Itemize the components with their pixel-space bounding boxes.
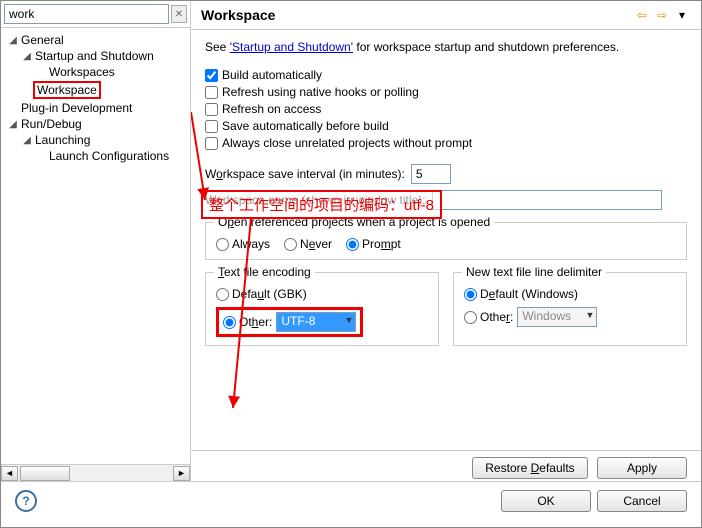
- page-title: Workspace: [201, 7, 631, 23]
- see-suffix: for workspace startup and shutdown prefe…: [353, 40, 619, 54]
- refresh-native-label: Refresh using native hooks or polling: [222, 85, 419, 99]
- text-file-encoding-group: Text file encoding Default (GBK) Other: …: [205, 272, 439, 346]
- page-buttons: Restore Defaults Apply: [191, 450, 701, 481]
- dialog-button-bar: ? OK Cancel: [1, 481, 701, 520]
- preferences-page: Workspace ⇦ ⇨ ▾ See 'Startup and Shutdow…: [191, 1, 701, 481]
- tree-node-workspace[interactable]: Workspace: [33, 81, 101, 99]
- cancel-button[interactable]: Cancel: [597, 490, 687, 512]
- tree-node-plugindev[interactable]: Plug-in Development: [19, 101, 134, 115]
- filter-row: ✕: [1, 1, 190, 28]
- menu-dropdown-icon[interactable]: ▾: [673, 7, 691, 23]
- close-unrelated-checkbox[interactable]: [205, 137, 218, 150]
- line-delimiter-group: New text file line delimiter Default (Wi…: [453, 272, 687, 346]
- delimiter-other-combo: Windows: [517, 307, 597, 327]
- expand-icon[interactable]: ◢: [7, 119, 19, 130]
- tree-node-rundebug[interactable]: Run/Debug: [19, 117, 84, 131]
- save-interval-input[interactable]: [411, 164, 451, 184]
- open-referenced-group: Open referenced projects when a project …: [205, 222, 687, 260]
- preferences-sidebar: ✕ ◢General ◢Startup and Shutdown Workspa…: [1, 1, 191, 481]
- encoding-title: Text file encoding: [214, 265, 315, 279]
- expand-icon[interactable]: ◢: [21, 51, 33, 62]
- annotation-callout: 整个工作空间的项目的编码：utf-8: [201, 190, 442, 219]
- apply-button[interactable]: Apply: [597, 457, 687, 479]
- save-before-build-label: Save automatically before build: [222, 119, 389, 133]
- ok-button[interactable]: OK: [501, 490, 591, 512]
- forward-button[interactable]: ⇨: [653, 7, 671, 23]
- build-automatically-label: Build automatically: [222, 68, 322, 82]
- close-unrelated-label: Always close unrelated projects without …: [222, 136, 472, 150]
- tree-node-workspaces[interactable]: Workspaces: [47, 65, 117, 79]
- startup-shutdown-link[interactable]: 'Startup and Shutdown': [230, 40, 353, 54]
- tree-node-general[interactable]: General: [19, 33, 66, 47]
- preferences-tree[interactable]: ◢General ◢Startup and Shutdown Workspace…: [1, 28, 190, 464]
- restore-defaults-button[interactable]: Restore Defaults: [472, 457, 587, 479]
- open-ref-prompt[interactable]: Prompt: [346, 237, 401, 251]
- tree-node-launchconf[interactable]: Launch Configurations: [47, 149, 171, 163]
- save-interval-label: Workspace save interval (in minutes):: [205, 167, 405, 181]
- horizontal-scrollbar[interactable]: ◄ ►: [1, 464, 190, 481]
- open-ref-always[interactable]: Always: [216, 237, 270, 251]
- refresh-native-checkbox[interactable]: [205, 86, 218, 99]
- tree-node-startup[interactable]: Startup and Shutdown: [33, 49, 156, 63]
- scroll-right-icon[interactable]: ►: [173, 466, 190, 481]
- open-ref-never[interactable]: Never: [284, 237, 332, 251]
- scroll-thumb[interactable]: [20, 466, 70, 481]
- refresh-access-checkbox[interactable]: [205, 103, 218, 116]
- back-button[interactable]: ⇦: [633, 7, 651, 23]
- expand-icon[interactable]: ◢: [7, 35, 19, 46]
- build-automatically-checkbox[interactable]: [205, 69, 218, 82]
- see-also-text: See 'Startup and Shutdown' for workspace…: [205, 40, 687, 54]
- tree-node-launching[interactable]: Launching: [33, 133, 92, 147]
- clear-filter-button[interactable]: ✕: [171, 5, 187, 23]
- filter-input[interactable]: [4, 4, 169, 24]
- see-prefix: See: [205, 40, 230, 54]
- delimiter-other-radio[interactable]: Other:: [464, 310, 513, 324]
- encoding-other-radio[interactable]: Other:: [223, 315, 272, 329]
- delimiter-default-radio[interactable]: Default (Windows): [464, 287, 578, 301]
- expand-icon[interactable]: ◢: [21, 135, 33, 146]
- delimiter-title: New text file line delimiter: [462, 265, 606, 279]
- encoding-default-radio[interactable]: Default (GBK): [216, 287, 307, 301]
- scroll-left-icon[interactable]: ◄: [1, 466, 18, 481]
- help-icon[interactable]: ?: [15, 490, 37, 512]
- refresh-access-label: Refresh on access: [222, 102, 321, 116]
- encoding-other-combo[interactable]: UTF-8: [276, 312, 356, 332]
- save-before-build-checkbox[interactable]: [205, 120, 218, 133]
- workspace-name-input[interactable]: [432, 190, 662, 210]
